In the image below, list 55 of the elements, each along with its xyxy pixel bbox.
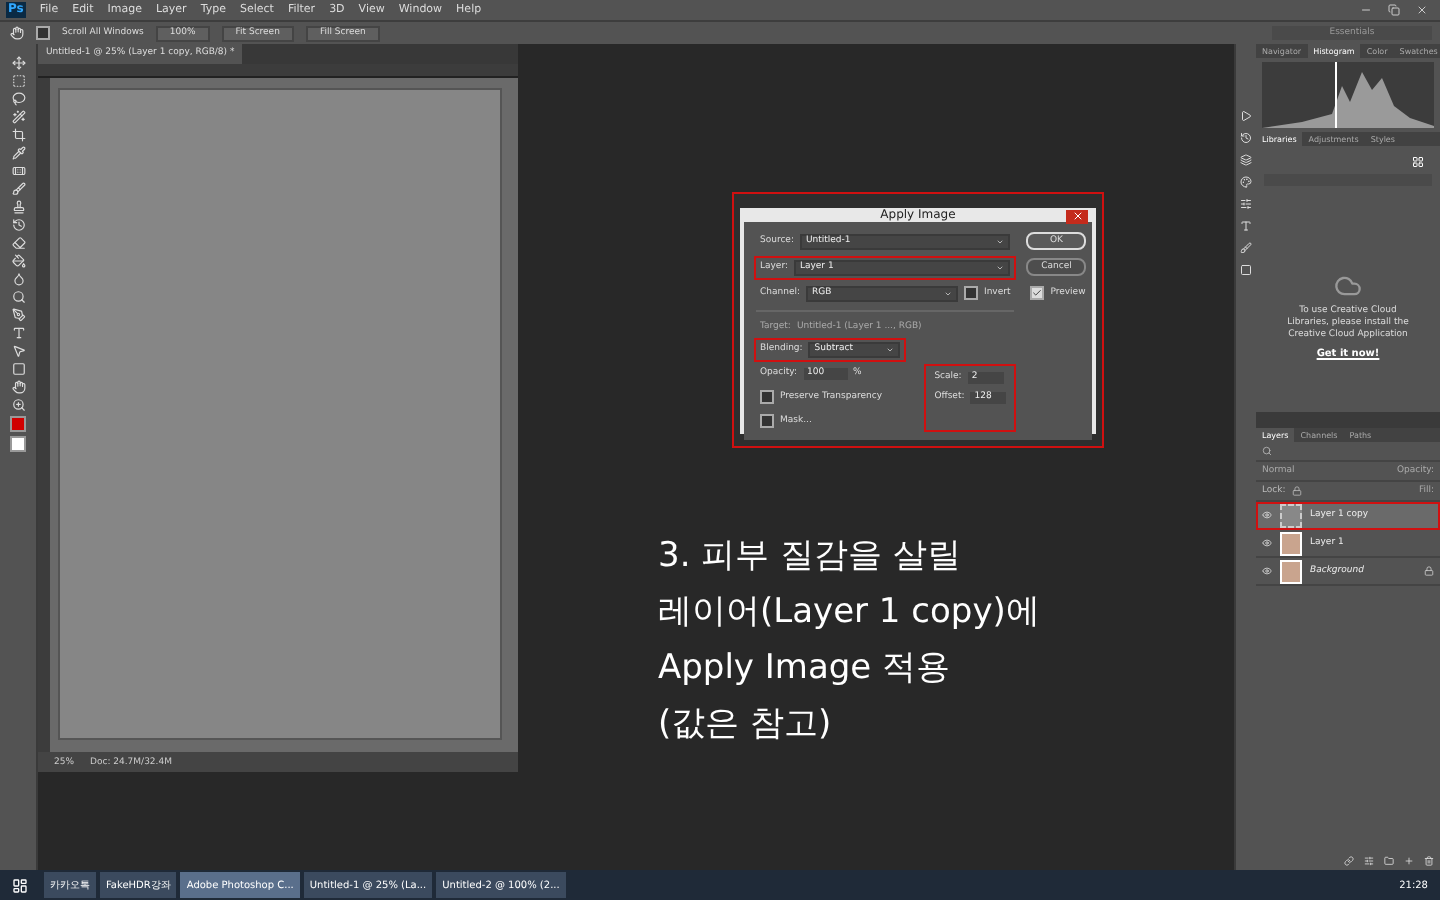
type-icon[interactable]	[1240, 220, 1252, 232]
start-icon[interactable]	[12, 877, 28, 893]
stamp-icon[interactable]	[11, 200, 25, 214]
play-icon[interactable]	[1240, 110, 1252, 122]
sliders-icon[interactable]	[1240, 198, 1252, 210]
lock-icon[interactable]	[1291, 486, 1302, 496]
pen-icon[interactable]	[11, 308, 25, 322]
close-button[interactable]	[1066, 209, 1088, 223]
sliders-icon[interactable]	[1364, 856, 1374, 866]
square-icon[interactable]	[1240, 264, 1252, 276]
search-icon[interactable]	[1262, 446, 1272, 456]
background-swatch[interactable]	[10, 436, 26, 452]
hand-icon	[10, 26, 24, 40]
annotation-text: Apply Image 적용	[658, 648, 953, 690]
annotation-text: 레이어(Layer 1 copy)에	[658, 592, 1040, 634]
checkbox[interactable]	[36, 26, 50, 40]
drop-icon[interactable]	[11, 272, 25, 286]
history-icon[interactable]	[11, 218, 25, 232]
restore-icon[interactable]	[1388, 4, 1400, 16]
folder-icon[interactable]	[1384, 856, 1394, 866]
wand-icon[interactable]	[11, 110, 25, 124]
eye-icon[interactable]	[1262, 510, 1272, 520]
lasso-icon[interactable]	[11, 92, 25, 106]
eraser-icon[interactable]	[11, 236, 25, 250]
cloud-icon	[1334, 272, 1362, 300]
annotation-text: (값은 참고)	[658, 704, 834, 746]
bandage-icon[interactable]	[11, 164, 25, 178]
move-icon[interactable]	[11, 56, 25, 70]
zoom-icon[interactable]	[11, 398, 25, 412]
annotation-text: 3. 피부 질감을 살릴	[658, 536, 963, 578]
plus-icon[interactable]	[1404, 856, 1414, 866]
brush-icon[interactable]	[1240, 242, 1252, 254]
layers-icon[interactable]	[1240, 154, 1252, 166]
bucket-icon[interactable]	[11, 254, 25, 268]
brush-icon[interactable]	[11, 182, 25, 196]
trash-icon[interactable]	[1424, 856, 1434, 866]
type-icon[interactable]	[11, 326, 25, 340]
eye-icon[interactable]	[1262, 566, 1272, 576]
rectangle-icon[interactable]	[11, 362, 25, 376]
link-icon[interactable]	[1344, 856, 1354, 866]
palette-icon[interactable]	[1240, 176, 1252, 188]
close-icon[interactable]	[1416, 4, 1428, 16]
checkbox[interactable]	[1030, 285, 1045, 299]
hand-icon[interactable]	[11, 380, 25, 394]
eyedropper-icon[interactable]	[11, 146, 25, 160]
checkbox[interactable]	[964, 286, 978, 300]
foreground-swatch[interactable]	[10, 416, 26, 432]
magnifier-icon[interactable]	[11, 290, 25, 304]
eye-icon[interactable]	[1262, 538, 1272, 548]
history-icon[interactable]	[1240, 132, 1252, 144]
checkbox[interactable]	[760, 413, 774, 427]
crop-icon[interactable]	[11, 128, 25, 142]
checkbox[interactable]	[760, 389, 774, 403]
grid-view-icon[interactable]	[1412, 156, 1424, 168]
pointer-icon[interactable]	[11, 344, 25, 358]
